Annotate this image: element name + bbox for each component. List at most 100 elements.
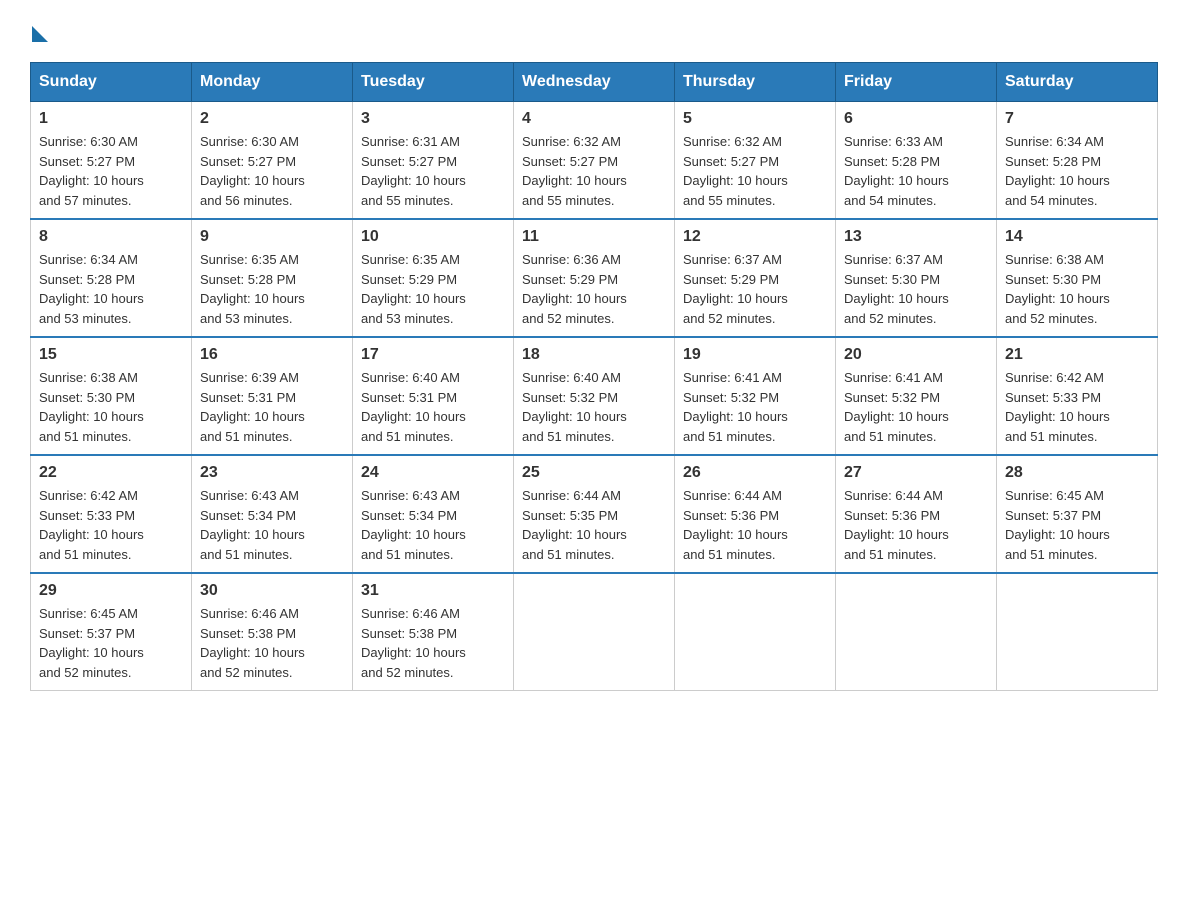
day-number: 3	[361, 110, 505, 128]
daylight-minutes: and 51 minutes.	[39, 547, 132, 562]
daylight-minutes: and 53 minutes.	[361, 311, 454, 326]
sunrise-label: Sunrise: 6:42 AM	[39, 488, 138, 503]
sunrise-label: Sunrise: 6:42 AM	[1005, 370, 1104, 385]
calendar-cell	[997, 573, 1158, 691]
cell-content: Sunrise: 6:36 AMSunset: 5:29 PMDaylight:…	[522, 250, 666, 328]
header-sunday: Sunday	[31, 63, 192, 102]
cell-content: Sunrise: 6:40 AMSunset: 5:32 PMDaylight:…	[522, 368, 666, 446]
calendar-cell: 15Sunrise: 6:38 AMSunset: 5:30 PMDayligh…	[31, 337, 192, 455]
sunset-label: Sunset: 5:31 PM	[361, 390, 457, 405]
cell-content: Sunrise: 6:37 AMSunset: 5:30 PMDaylight:…	[844, 250, 988, 328]
daylight-label: Daylight: 10 hours	[361, 173, 466, 188]
calendar-cell: 2Sunrise: 6:30 AMSunset: 5:27 PMDaylight…	[192, 102, 353, 220]
daylight-label: Daylight: 10 hours	[200, 291, 305, 306]
sunrise-label: Sunrise: 6:44 AM	[522, 488, 621, 503]
daylight-minutes: and 54 minutes.	[844, 193, 937, 208]
cell-content: Sunrise: 6:45 AMSunset: 5:37 PMDaylight:…	[1005, 486, 1149, 564]
daylight-label: Daylight: 10 hours	[1005, 409, 1110, 424]
sunset-label: Sunset: 5:31 PM	[200, 390, 296, 405]
cell-content: Sunrise: 6:32 AMSunset: 5:27 PMDaylight:…	[683, 132, 827, 210]
daylight-minutes: and 51 minutes.	[1005, 547, 1098, 562]
sunset-label: Sunset: 5:27 PM	[39, 154, 135, 169]
day-number: 28	[1005, 464, 1149, 482]
daylight-label: Daylight: 10 hours	[844, 527, 949, 542]
day-number: 21	[1005, 346, 1149, 364]
day-number: 12	[683, 228, 827, 246]
calendar-cell: 14Sunrise: 6:38 AMSunset: 5:30 PMDayligh…	[997, 219, 1158, 337]
sunrise-label: Sunrise: 6:46 AM	[200, 606, 299, 621]
day-number: 23	[200, 464, 344, 482]
sunset-label: Sunset: 5:27 PM	[200, 154, 296, 169]
sunset-label: Sunset: 5:34 PM	[200, 508, 296, 523]
sunrise-label: Sunrise: 6:41 AM	[844, 370, 943, 385]
cell-content: Sunrise: 6:41 AMSunset: 5:32 PMDaylight:…	[844, 368, 988, 446]
daylight-minutes: and 51 minutes.	[361, 429, 454, 444]
day-number: 19	[683, 346, 827, 364]
cell-content: Sunrise: 6:41 AMSunset: 5:32 PMDaylight:…	[683, 368, 827, 446]
sunset-label: Sunset: 5:28 PM	[844, 154, 940, 169]
calendar-cell: 16Sunrise: 6:39 AMSunset: 5:31 PMDayligh…	[192, 337, 353, 455]
day-number: 20	[844, 346, 988, 364]
calendar-cell: 6Sunrise: 6:33 AMSunset: 5:28 PMDaylight…	[836, 102, 997, 220]
day-number: 27	[844, 464, 988, 482]
calendar-table: SundayMondayTuesdayWednesdayThursdayFrid…	[30, 62, 1158, 691]
page-header	[30, 20, 1158, 42]
calendar-cell: 13Sunrise: 6:37 AMSunset: 5:30 PMDayligh…	[836, 219, 997, 337]
calendar-cell: 10Sunrise: 6:35 AMSunset: 5:29 PMDayligh…	[353, 219, 514, 337]
daylight-minutes: and 51 minutes.	[683, 547, 776, 562]
daylight-label: Daylight: 10 hours	[39, 291, 144, 306]
day-number: 7	[1005, 110, 1149, 128]
sunset-label: Sunset: 5:28 PM	[1005, 154, 1101, 169]
calendar-cell: 21Sunrise: 6:42 AMSunset: 5:33 PMDayligh…	[997, 337, 1158, 455]
day-number: 18	[522, 346, 666, 364]
header-monday: Monday	[192, 63, 353, 102]
calendar-cell: 1Sunrise: 6:30 AMSunset: 5:27 PMDaylight…	[31, 102, 192, 220]
sunset-label: Sunset: 5:32 PM	[844, 390, 940, 405]
sunrise-label: Sunrise: 6:43 AM	[361, 488, 460, 503]
daylight-minutes: and 53 minutes.	[39, 311, 132, 326]
sunset-label: Sunset: 5:36 PM	[844, 508, 940, 523]
header-friday: Friday	[836, 63, 997, 102]
sunrise-label: Sunrise: 6:35 AM	[200, 252, 299, 267]
calendar-week-row: 29Sunrise: 6:45 AMSunset: 5:37 PMDayligh…	[31, 573, 1158, 691]
day-number: 10	[361, 228, 505, 246]
cell-content: Sunrise: 6:38 AMSunset: 5:30 PMDaylight:…	[1005, 250, 1149, 328]
cell-content: Sunrise: 6:37 AMSunset: 5:29 PMDaylight:…	[683, 250, 827, 328]
calendar-header-row: SundayMondayTuesdayWednesdayThursdayFrid…	[31, 63, 1158, 102]
sunset-label: Sunset: 5:37 PM	[39, 626, 135, 641]
calendar-week-row: 22Sunrise: 6:42 AMSunset: 5:33 PMDayligh…	[31, 455, 1158, 573]
sunrise-label: Sunrise: 6:34 AM	[39, 252, 138, 267]
sunset-label: Sunset: 5:30 PM	[39, 390, 135, 405]
daylight-minutes: and 51 minutes.	[522, 547, 615, 562]
daylight-label: Daylight: 10 hours	[39, 527, 144, 542]
calendar-week-row: 8Sunrise: 6:34 AMSunset: 5:28 PMDaylight…	[31, 219, 1158, 337]
calendar-week-row: 1Sunrise: 6:30 AMSunset: 5:27 PMDaylight…	[31, 102, 1158, 220]
cell-content: Sunrise: 6:43 AMSunset: 5:34 PMDaylight:…	[361, 486, 505, 564]
calendar-cell: 27Sunrise: 6:44 AMSunset: 5:36 PMDayligh…	[836, 455, 997, 573]
daylight-label: Daylight: 10 hours	[361, 645, 466, 660]
cell-content: Sunrise: 6:46 AMSunset: 5:38 PMDaylight:…	[200, 604, 344, 682]
daylight-minutes: and 51 minutes.	[200, 429, 293, 444]
daylight-label: Daylight: 10 hours	[39, 409, 144, 424]
cell-content: Sunrise: 6:31 AMSunset: 5:27 PMDaylight:…	[361, 132, 505, 210]
sunrise-label: Sunrise: 6:33 AM	[844, 134, 943, 149]
calendar-cell: 11Sunrise: 6:36 AMSunset: 5:29 PMDayligh…	[514, 219, 675, 337]
calendar-cell: 26Sunrise: 6:44 AMSunset: 5:36 PMDayligh…	[675, 455, 836, 573]
daylight-label: Daylight: 10 hours	[683, 527, 788, 542]
calendar-cell: 24Sunrise: 6:43 AMSunset: 5:34 PMDayligh…	[353, 455, 514, 573]
sunrise-label: Sunrise: 6:38 AM	[1005, 252, 1104, 267]
daylight-minutes: and 56 minutes.	[200, 193, 293, 208]
daylight-minutes: and 52 minutes.	[39, 665, 132, 680]
calendar-cell: 17Sunrise: 6:40 AMSunset: 5:31 PMDayligh…	[353, 337, 514, 455]
calendar-cell: 20Sunrise: 6:41 AMSunset: 5:32 PMDayligh…	[836, 337, 997, 455]
calendar-cell	[836, 573, 997, 691]
daylight-minutes: and 52 minutes.	[522, 311, 615, 326]
daylight-label: Daylight: 10 hours	[683, 291, 788, 306]
day-number: 8	[39, 228, 183, 246]
sunset-label: Sunset: 5:29 PM	[522, 272, 618, 287]
daylight-minutes: and 51 minutes.	[200, 547, 293, 562]
day-number: 26	[683, 464, 827, 482]
sunrise-label: Sunrise: 6:45 AM	[39, 606, 138, 621]
daylight-minutes: and 55 minutes.	[361, 193, 454, 208]
daylight-label: Daylight: 10 hours	[683, 409, 788, 424]
